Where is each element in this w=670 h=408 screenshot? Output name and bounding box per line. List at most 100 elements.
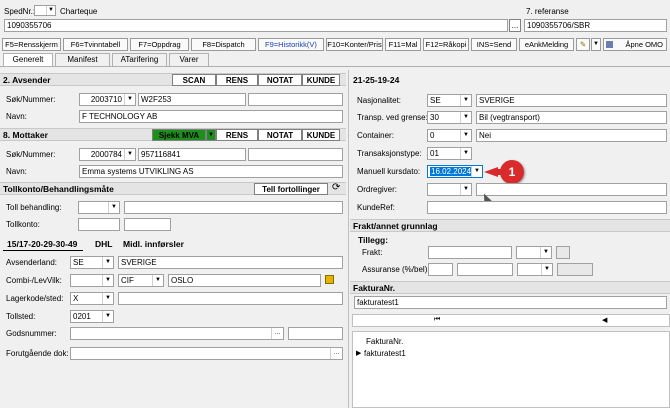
container-select[interactable]: 0 ▼ [427,129,472,142]
forut-input[interactable]: … [70,347,343,360]
toolbar-send[interactable]: INS=Send [471,38,517,51]
chevron-down-icon[interactable]: ▼ [102,275,113,286]
tab-atarifering[interactable]: ATarifering [112,53,167,66]
transtype-select[interactable]: 01 ▼ [427,147,472,160]
lager-text[interactable] [118,292,343,305]
sjekk-mva-button[interactable]: Sjekk MVA [152,129,206,141]
gods-extra-input[interactable] [288,327,343,340]
chevron-down-icon[interactable]: ▼ [152,275,163,286]
avsender-rens-button[interactable]: RENS [216,74,258,86]
toolbar-mal[interactable]: F11=Mal [385,38,421,51]
chevron-down-icon[interactable]: ▼ [108,202,119,213]
toolbar-eankmelding[interactable]: eAnkMelding [519,38,574,51]
mottaker-rens-button[interactable]: RENS [216,129,258,141]
kunderef-input[interactable] [427,201,667,214]
toolbar-rensskjerm[interactable]: F5=Rensskjerm [2,38,61,51]
mottaker-extra-input[interactable] [248,148,343,161]
chevron-down-icon[interactable]: ▼ [102,293,113,304]
chevron-down-icon[interactable]: ▼ [102,257,113,268]
tell-fortollinger-button[interactable]: Tell fortollinger [254,183,328,195]
combi-term-select[interactable]: CIF ▼ [118,274,164,287]
chevron-down-icon[interactable]: ▼ [541,264,552,275]
mottaker-sok-input[interactable]: 2000784 ▼ [79,148,136,161]
chevron-down-icon[interactable]: ▼ [540,247,551,258]
tab-generelt[interactable]: Generelt [3,53,53,67]
transp-select[interactable]: 30 ▼ [427,111,472,124]
tollkonto-input-1[interactable] [78,218,120,231]
avsender-code-input[interactable]: W2F253 [138,93,246,106]
faktura-row-1[interactable]: fakturatest1 [364,349,406,358]
ellipsis-icon[interactable]: … [330,348,342,359]
toolbar-oppdrag[interactable]: F7=Oppdrag [130,38,189,51]
mottaker-kunde-button[interactable]: KUNDE [302,129,340,141]
sjekk-mva-dropdown[interactable]: ▼ [206,129,216,141]
chevron-down-icon[interactable]: ▼ [102,311,113,322]
avsender-kunde-button[interactable]: KUNDE [302,74,340,86]
subtab-underline [3,250,83,251]
first-record-icon[interactable]: ⏮ [434,316,440,324]
avsender-extra-input[interactable] [248,93,343,106]
assuranse-amount[interactable] [457,263,513,276]
frakt-currency[interactable]: ▼ [516,246,552,259]
spednr-input[interactable]: 1090355706 [4,19,508,32]
ordregiver-select[interactable]: ▼ [427,183,472,196]
refresh-icon[interactable]: ⟳ [332,182,340,194]
toolbar-historikk[interactable]: F9=Historikk(V) [258,38,324,51]
container-name[interactable]: Nei [476,129,667,142]
avsender-sok-input[interactable]: 2003710 ▼ [79,93,136,106]
chevron-down-icon[interactable]: ▼ [471,166,482,177]
subtab-15-17[interactable]: 15/17-20-29-30-49 [7,239,77,249]
assuranse-extra[interactable] [557,263,593,276]
chevron-down-icon[interactable]: ▼ [460,95,471,106]
toolbar-konter-pris[interactable]: F10=Konter/Pris [326,38,383,51]
toolbar-rakopi[interactable]: F12=Råkopi [423,38,469,51]
ordregiver-text[interactable] [476,183,667,196]
assuranse-pct[interactable] [428,263,453,276]
chevron-down-icon[interactable]: ▼ [460,184,471,195]
referanse-input[interactable]: 1090355706/SBR [524,19,667,32]
mottaker-code-input[interactable]: 957116841 [138,148,246,161]
avsenderland-name[interactable]: SVERIGE [118,256,343,269]
transp-name[interactable]: Bil (vegtransport) [476,111,667,124]
mottaker-navn-input[interactable]: Emma systems UTVIKLING AS [79,165,343,178]
lager-select[interactable]: X ▼ [70,292,114,305]
toolbar-tvinntabell[interactable]: F6=Tvinntabell [63,38,128,51]
ellipsis-icon[interactable]: … [271,328,283,339]
chevron-down-icon[interactable]: ▼ [460,112,471,123]
faktura-input[interactable]: fakturatest1 [354,296,667,309]
chevron-down-icon[interactable]: ▼ [124,94,135,105]
toll-behandling-text[interactable] [124,201,343,214]
nasjonalitet-select[interactable]: SE ▼ [427,94,472,107]
avsenderland-select[interactable]: SE ▼ [70,256,114,269]
combi-place-input[interactable]: OSLO [168,274,321,287]
tollsted-select[interactable]: 0201 ▼ [70,310,114,323]
subtab-midl[interactable]: Midl. innførsler [123,239,184,249]
frakt-amount[interactable] [428,246,512,259]
kurs-date-input[interactable]: 16.02.2024 ▼ [427,165,483,178]
avsender-navn-input[interactable]: F TECHNOLOGY AB [79,110,343,123]
toll-behandling-select[interactable]: ▼ [78,201,120,214]
avsender-notat-button[interactable]: NOTAT [258,74,302,86]
assuranse-currency[interactable]: ▼ [517,263,553,276]
spednr-selector[interactable]: ▼ [34,5,56,16]
prev-record-icon[interactable]: ◀ [602,316,607,324]
gods-input[interactable]: … [70,327,284,340]
toolbar-dropdown-icon[interactable]: ▼ [591,38,601,51]
chevron-down-icon[interactable]: ▼ [124,149,135,160]
nasjonalitet-name[interactable]: SVERIGE [476,94,667,107]
tab-varer[interactable]: Varer [169,53,209,66]
toolbar-clip-icon[interactable]: ✎ [576,38,590,51]
chevron-down-icon[interactable]: ▼ [460,148,471,159]
avsender-title: 2. Avsender [3,75,51,85]
subtab-dhl[interactable]: DHL [95,239,112,249]
browse-button[interactable]: ... [509,19,521,32]
tab-manifest[interactable]: Manifest [55,53,110,66]
chevron-down-icon[interactable]: ▼ [46,6,55,15]
toolbar-dispatch[interactable]: F8=Dispatch [191,38,256,51]
chevron-down-icon[interactable]: ▼ [460,130,471,141]
tollkonto-input-2[interactable] [124,218,171,231]
avsender-scan-button[interactable]: SCAN [172,74,216,86]
combi-select[interactable]: ▼ [70,274,114,287]
mottaker-notat-button[interactable]: NOTAT [258,129,302,141]
frakt-extra[interactable] [556,246,570,259]
